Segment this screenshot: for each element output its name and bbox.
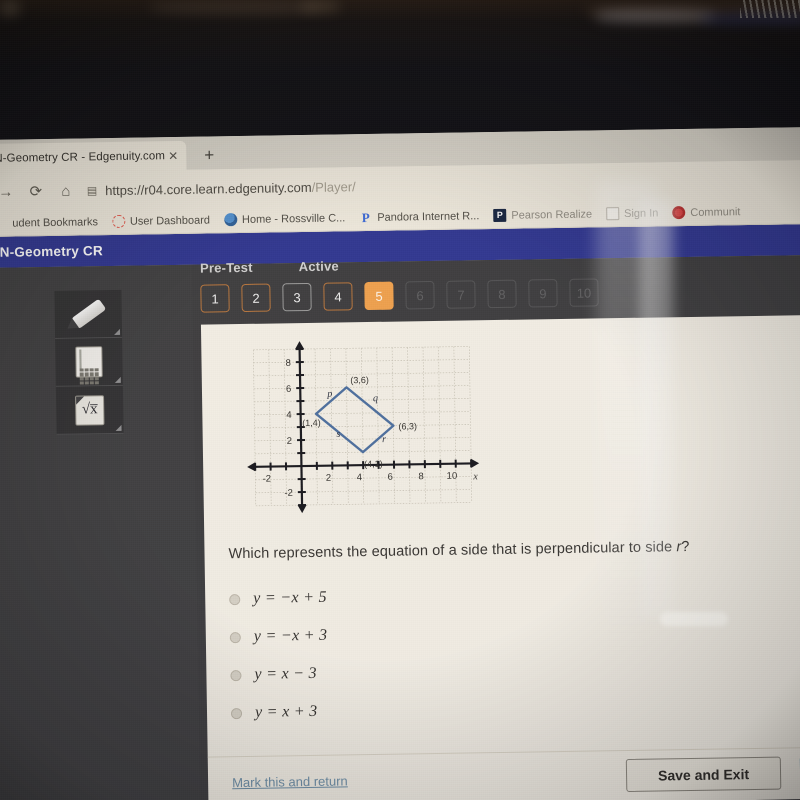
calculator-icon bbox=[75, 346, 103, 385]
question-content-area: Pre-Test Active 1 2 3 4 5 6 7 8 9 10 (1,4) (3,6) (6… bbox=[191, 254, 800, 800]
address-bar-url: https://r04.core.learn.edgenuity.com/Pla… bbox=[105, 178, 356, 198]
save-and-exit-button[interactable]: Save and Exit bbox=[625, 756, 782, 793]
course-title: IN-Geometry CR bbox=[0, 243, 103, 260]
bookmark-item[interactable]: udent Bookmarks bbox=[0, 215, 103, 230]
svg-text:2: 2 bbox=[326, 473, 331, 484]
svg-text:10: 10 bbox=[447, 471, 458, 482]
red-dot-icon bbox=[672, 206, 686, 220]
question-tab-7: 7 bbox=[446, 280, 476, 309]
address-bar[interactable]: ▤ https://r04.core.learn.edgenuity.com/P… bbox=[86, 166, 800, 203]
new-tab-button[interactable]: + bbox=[204, 145, 214, 164]
tool-list: √x̅ bbox=[54, 289, 124, 435]
browser-window: N-Geometry CR - Edgenuity.com ✕ + → ⟳ ⌂ … bbox=[0, 126, 800, 800]
graph-svg: (1,4)(3,6)(6,3)(4,1)p qrs -2 2 4 6 8 10-22468 … bbox=[237, 328, 491, 529]
radio-button-b[interactable] bbox=[229, 631, 241, 643]
svg-text:-2: -2 bbox=[262, 474, 271, 485]
highlighter-tool[interactable] bbox=[54, 289, 123, 339]
answer-choice-c[interactable]: y = x − 3 bbox=[230, 655, 328, 695]
question-tab-5[interactable]: 5 bbox=[364, 281, 394, 311]
bookmark-item[interactable]: Communit bbox=[667, 205, 745, 220]
answer-choice-list: y = −x + 5 y = −x + 3 y = x − 3 y = x + 3 bbox=[229, 579, 329, 733]
pearson-icon: P bbox=[493, 208, 507, 223]
bookmark-item[interactable]: P Pandora Internet R... bbox=[354, 209, 484, 226]
calculator-tool[interactable] bbox=[55, 337, 123, 387]
globe-icon bbox=[223, 213, 238, 227]
tool-rail: √x̅ bbox=[0, 264, 201, 800]
dashed-circle-icon bbox=[111, 214, 126, 229]
page-icon bbox=[605, 207, 620, 221]
svg-text:(3,6): (3,6) bbox=[350, 375, 369, 385]
svg-text:s: s bbox=[336, 429, 340, 440]
svg-text:r: r bbox=[382, 434, 386, 445]
svg-text:-2: -2 bbox=[284, 488, 293, 499]
bookmark-item[interactable]: User Dashboard bbox=[107, 213, 215, 229]
radio-button-d[interactable] bbox=[230, 707, 243, 719]
answer-choice-text: y = x + 3 bbox=[254, 702, 318, 721]
question-tab-8: 8 bbox=[487, 279, 517, 309]
svg-text:(6,3): (6,3) bbox=[398, 421, 417, 431]
answer-choice-a[interactable]: y = −x + 5 bbox=[229, 579, 327, 619]
pandora-icon: P bbox=[361, 209, 370, 226]
question-tab-10: 10 bbox=[569, 278, 599, 307]
browser-tab-title: N-Geometry CR - Edgenuity.com bbox=[0, 149, 166, 165]
mark-and-return-link[interactable]: Mark this and return bbox=[232, 773, 348, 790]
bookmark-item[interactable]: Sign In bbox=[601, 206, 663, 221]
bookmark-item[interactable]: Home - Rossville C... bbox=[219, 211, 350, 227]
question-prompt: Which represents the equation of a side … bbox=[228, 539, 690, 563]
close-icon[interactable]: ✕ bbox=[168, 148, 178, 162]
radio-button-a[interactable] bbox=[229, 593, 241, 605]
sqrt-icon: √x̅ bbox=[75, 394, 105, 426]
bookmark-label: User Dashboard bbox=[129, 213, 211, 228]
svg-text:4: 4 bbox=[357, 472, 362, 483]
photo-of-monitor: N-Geometry CR - Edgenuity.com ✕ + → ⟳ ⌂ … bbox=[0, 0, 800, 800]
svg-text:x: x bbox=[472, 471, 478, 482]
svg-text:8: 8 bbox=[285, 358, 290, 369]
question-tab-4[interactable]: 4 bbox=[323, 282, 353, 311]
dark-room-background bbox=[0, 0, 800, 150]
answer-choice-b[interactable]: y = −x + 3 bbox=[229, 617, 328, 657]
question-tab-9: 9 bbox=[528, 279, 558, 308]
status-label: Active bbox=[298, 258, 340, 275]
question-tab-6: 6 bbox=[405, 280, 435, 310]
question-panel: (1,4) (3,6) (6,3) (4,1) p q r s -2 2 4 6 8 10 -2 2 4 6 8 … bbox=[200, 314, 800, 800]
answer-choice-text: y = −x + 5 bbox=[253, 588, 327, 607]
question-tab-list: 1 2 3 4 5 6 7 8 9 10 bbox=[200, 278, 599, 313]
question-footer: Mark this and return Save and Exit bbox=[207, 746, 800, 800]
assignment-label: Pre-Test bbox=[199, 259, 253, 276]
question-tab-1[interactable]: 1 bbox=[200, 284, 230, 313]
svg-text:p: p bbox=[326, 389, 332, 400]
bookmark-label: Communit bbox=[690, 205, 741, 219]
svg-text:6: 6 bbox=[286, 384, 291, 395]
answer-choice-d[interactable]: y = x + 3 bbox=[230, 693, 329, 733]
svg-text:8: 8 bbox=[418, 471, 423, 482]
bookmark-label: Pandora Internet R... bbox=[377, 209, 480, 224]
bookmark-label: Sign In bbox=[623, 206, 659, 220]
svg-text:(1,4): (1,4) bbox=[302, 418, 321, 428]
bookmark-item[interactable]: P Pearson Realize bbox=[488, 207, 597, 223]
folder-icon bbox=[0, 217, 7, 230]
question-tab-3[interactable]: 3 bbox=[282, 282, 312, 312]
pencil-icon bbox=[70, 298, 106, 330]
app-body: √x̅ Pre-Test Active 12345678910 bbox=[0, 254, 800, 800]
formula-tool[interactable]: √x̅ bbox=[55, 385, 124, 435]
bookmark-label: Home - Rossville C... bbox=[241, 211, 346, 226]
bookmark-label: Pearson Realize bbox=[511, 207, 593, 222]
answer-choice-text: y = x − 3 bbox=[254, 664, 318, 683]
answer-choice-text: y = −x + 3 bbox=[253, 626, 328, 645]
forward-icon[interactable]: → bbox=[0, 183, 21, 200]
radio-button-c[interactable] bbox=[230, 669, 242, 681]
svg-text:6: 6 bbox=[387, 472, 392, 483]
reload-icon[interactable]: ⟳ bbox=[21, 182, 51, 200]
svg-text:2: 2 bbox=[287, 436, 292, 447]
page-info-icon[interactable]: ▤ bbox=[87, 184, 98, 197]
svg-text:4: 4 bbox=[286, 410, 291, 421]
question-tab-2[interactable]: 2 bbox=[241, 283, 271, 313]
coordinate-graph: (1,4) (3,6) (6,3) (4,1) p q r s -2 2 4 6 8 10 -2 2 4 6 8 … bbox=[237, 328, 491, 529]
svg-text:(4,1): (4,1) bbox=[364, 459, 383, 469]
bookmark-label: udent Bookmarks bbox=[12, 215, 99, 230]
home-icon[interactable]: ⌂ bbox=[51, 182, 81, 199]
svg-text:q: q bbox=[373, 393, 378, 404]
browser-tab[interactable]: N-Geometry CR - Edgenuity.com ✕ bbox=[0, 140, 187, 173]
assignment-status-row: Pre-Test Active bbox=[200, 258, 339, 275]
